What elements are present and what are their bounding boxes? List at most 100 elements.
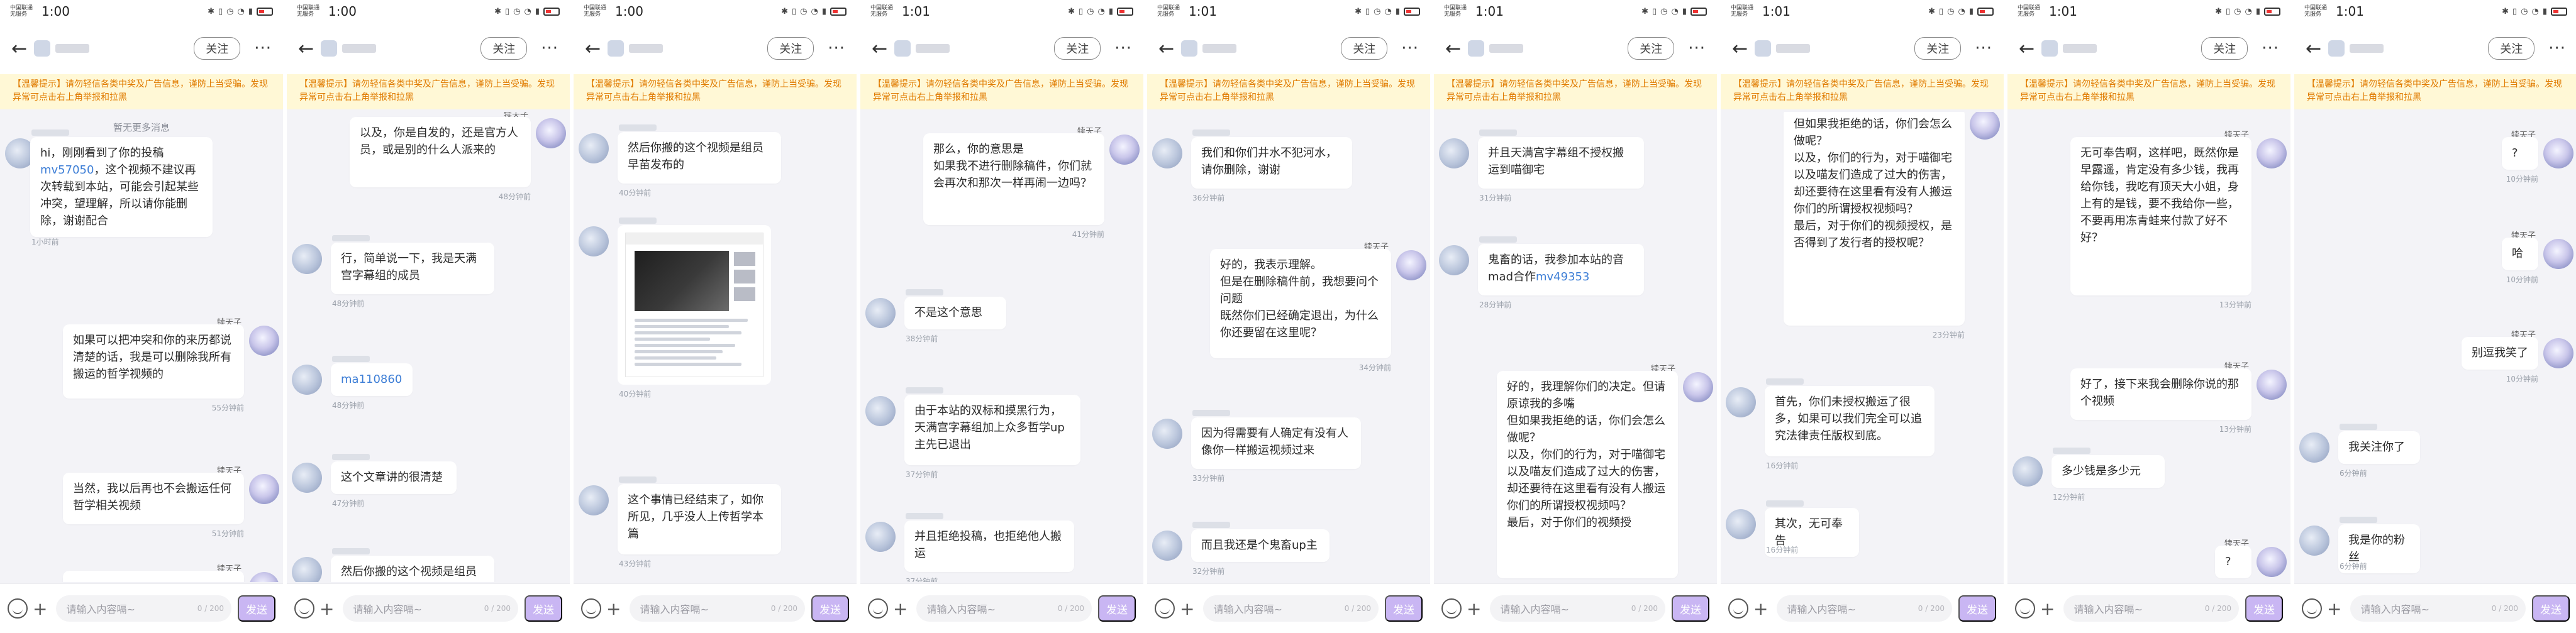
received-message-bubble[interactable]: 不是这个意思 <box>904 297 1006 329</box>
message-input[interactable]: 请输入内容嗝~ 0 / 200 <box>1490 595 1665 622</box>
my-avatar[interactable] <box>2543 338 2573 368</box>
message-input[interactable]: 请输入内容嗝~ 0 / 200 <box>2350 595 2526 622</box>
contact-avatar[interactable] <box>1468 40 1484 57</box>
plus-icon[interactable]: + <box>893 598 908 619</box>
message-input[interactable]: 请输入内容嗝~ 0 / 200 <box>2063 595 2239 622</box>
contact-avatar-msg[interactable] <box>292 365 322 395</box>
plus-icon[interactable]: + <box>606 598 621 619</box>
contact-avatar-msg[interactable] <box>579 485 609 515</box>
received-message-bubble[interactable]: 然后你搬的这个视频是组员早苗发布的 <box>618 132 781 184</box>
message-input[interactable]: 请输入内容嗝~ 0 / 200 <box>343 595 518 622</box>
message-list[interactable]: 并且天满宫字幕组不授权搬运到喵御宅 31分钟前 鬼畜的话，我参加本站的音mad合作m… <box>1434 112 1717 582</box>
my-message-bubble[interactable]: 好的，我表示理解。 但是在删除稿件前，我想要问个问题 既然你们已经确定退出，为什… <box>1210 249 1391 358</box>
my-avatar[interactable] <box>1970 112 2000 140</box>
my-message-bubble[interactable]: 当然，我以后再也不会搬运任何哲学相关视频 <box>63 473 244 524</box>
received-message-bubble[interactable]: 并且天满宫字幕组不授权搬运到喵御宅 <box>1478 137 1644 189</box>
my-avatar[interactable] <box>1396 250 1426 280</box>
my-message-bubble[interactable]: ? <box>2215 546 2251 578</box>
emoji-icon[interactable] <box>2302 598 2322 619</box>
plus-icon[interactable]: + <box>2040 598 2055 619</box>
message-list[interactable]: 犊天子 以及，你是自发的，还是官方人员，或是别的什么人派来的 48分钟前 行，简单说一… <box>287 112 570 582</box>
my-avatar[interactable] <box>249 326 279 356</box>
message-list[interactable]: 犊天子 那么，你的意思是 如果我不进行删除稿件，你们就会再次和那次一样再闹一边吗？… <box>860 112 1143 582</box>
my-message-bubble[interactable]: 但如果我拒绝的话，你们会怎么做呢？ 以及，你们的行为，对于喵御宅以及喵友们造成了… <box>1784 112 1965 326</box>
emoji-icon[interactable] <box>1441 598 1462 619</box>
more-menu-icon[interactable]: ··· <box>1114 39 1132 58</box>
my-avatar[interactable] <box>2257 547 2287 577</box>
follow-button[interactable]: 关注 <box>480 37 528 60</box>
received-message-bubble[interactable]: 首先，你们未授权搬运了很多，如果可以我们完全可以追究法律责任版权到底。 <box>1765 386 1935 456</box>
received-message-bubble[interactable]: 然后你搬的这个视频是组员 <box>331 556 494 582</box>
back-arrow-icon[interactable]: ← <box>298 38 321 60</box>
contact-avatar-msg[interactable] <box>579 133 609 163</box>
contact-avatar-msg[interactable] <box>1726 509 1756 539</box>
follow-button[interactable]: 关注 <box>2488 37 2535 60</box>
contact-avatar-msg[interactable] <box>865 298 896 328</box>
message-list[interactable]: 我们和你们井水不犯河水，请你删除，谢谢 36分钟前 犊天子 好的，我表示理解。 但是在… <box>1147 112 1430 582</box>
send-button[interactable]: 发送 <box>1958 595 1996 622</box>
received-message-bubble[interactable]: 鬼畜的话，我参加本站的音mad合作mv49353 <box>1478 244 1644 295</box>
back-arrow-icon[interactable]: ← <box>1158 38 1181 60</box>
received-message-bubble[interactable]: 这个文章讲的很清楚 <box>331 461 457 494</box>
emoji-icon[interactable] <box>1155 598 1175 619</box>
contact-avatar[interactable] <box>1181 40 1197 57</box>
follow-button[interactable]: 关注 <box>1628 37 1675 60</box>
back-arrow-icon[interactable]: ← <box>2019 38 2041 60</box>
plus-icon[interactable]: + <box>1467 598 1481 619</box>
message-input[interactable]: 请输入内容嗝~ 0 / 200 <box>1203 595 1379 622</box>
contact-avatar-msg[interactable] <box>1726 387 1756 417</box>
received-message-bubble[interactable]: 我关注你了 <box>2338 431 2420 464</box>
my-message-bubble[interactable]: 那么，你的意思是 如果我不进行删除稿件，你们就会再次和那次一样再闹一边吗？ <box>923 133 1104 225</box>
send-button[interactable]: 发送 <box>2245 595 2283 622</box>
my-message-bubble[interactable]: 无可奉告啊，这样吧，既然你是早露遥，肯定没有多少钱，我再给你钱，我吃有顶天大小姐… <box>2070 137 2251 295</box>
send-button[interactable]: 发送 <box>2532 595 2570 622</box>
emoji-icon[interactable] <box>868 598 888 619</box>
message-link[interactable]: ma110860 <box>341 373 402 386</box>
send-button[interactable]: 发送 <box>238 595 275 622</box>
image-message[interactable] <box>618 225 771 385</box>
plus-icon[interactable]: + <box>2327 598 2341 619</box>
more-menu-icon[interactable]: ··· <box>254 39 272 58</box>
message-link[interactable]: mv57050 <box>40 163 94 177</box>
my-avatar[interactable] <box>2257 370 2287 400</box>
more-menu-icon[interactable]: ··· <box>1688 39 1706 58</box>
my-avatar[interactable] <box>1109 135 1140 165</box>
contact-avatar[interactable] <box>894 40 911 57</box>
contact-avatar-msg[interactable] <box>292 557 322 582</box>
send-button[interactable]: 发送 <box>1672 595 1709 622</box>
message-link[interactable]: mv49353 <box>1536 270 1589 283</box>
contact-avatar[interactable] <box>321 40 337 57</box>
my-message-bubble[interactable]: 以及，你是自发的，还是官方人员，或是别的什么人派来的 <box>350 117 531 187</box>
send-button[interactable]: 发送 <box>1098 595 1136 622</box>
contact-avatar-msg[interactable] <box>1439 138 1469 168</box>
contact-avatar-msg[interactable] <box>2299 526 2329 556</box>
message-list[interactable]: 犊天子 无可奉告啊，这样吧，既然你是早露遥，肯定没有多少钱，我再给你钱，我吃有顶天… <box>2007 112 2290 582</box>
follow-button[interactable]: 关注 <box>767 37 814 60</box>
contact-avatar[interactable] <box>2041 40 2058 57</box>
my-avatar[interactable] <box>1683 372 1713 402</box>
my-avatar[interactable] <box>2257 138 2287 168</box>
received-message-bubble[interactable]: hi，刚刚看到了你的投稿mv57050，这个视频不建议再次转载到本站，可能会引起… <box>30 137 213 237</box>
received-message-bubble[interactable]: ma110860 <box>331 363 413 396</box>
contact-avatar-msg[interactable] <box>1439 245 1469 275</box>
received-message-bubble[interactable]: 而且我还是个鬼畜up主 <box>1191 529 1330 562</box>
message-input[interactable]: 请输入内容嗝~ 0 / 200 <box>56 595 231 622</box>
contact-avatar-msg[interactable] <box>1152 419 1182 449</box>
send-button[interactable]: 发送 <box>1385 595 1423 622</box>
follow-button[interactable]: 关注 <box>2201 37 2248 60</box>
message-input[interactable]: 请输入内容嗝~ 0 / 200 <box>630 595 805 622</box>
my-message-bubble[interactable] <box>63 571 244 582</box>
message-list[interactable]: 暂无更多消息 hi，刚刚看到了你的投稿mv57050，这个视频不建议再次转载到本站… <box>0 112 283 582</box>
plus-icon[interactable]: + <box>1753 598 1768 619</box>
plus-icon[interactable]: + <box>1180 598 1194 619</box>
emoji-icon[interactable] <box>581 598 601 619</box>
received-message-bubble[interactable]: 我们和你们井水不犯河水，请你删除，谢谢 <box>1191 137 1352 189</box>
more-menu-icon[interactable]: ··· <box>1401 39 1419 58</box>
my-avatar[interactable] <box>249 474 279 504</box>
contact-avatar-msg[interactable] <box>2012 456 2043 487</box>
message-list[interactable]: 犊天子? 10分钟前 犊天子哈 10分钟前 犊天子 别逗我笑了 10分钟前 我关注你了 6分钟前… <box>2294 112 2576 582</box>
back-arrow-icon[interactable]: ← <box>1732 38 1755 60</box>
emoji-icon[interactable] <box>8 598 28 619</box>
send-button[interactable]: 发送 <box>525 595 562 622</box>
follow-button[interactable]: 关注 <box>1054 37 1101 60</box>
